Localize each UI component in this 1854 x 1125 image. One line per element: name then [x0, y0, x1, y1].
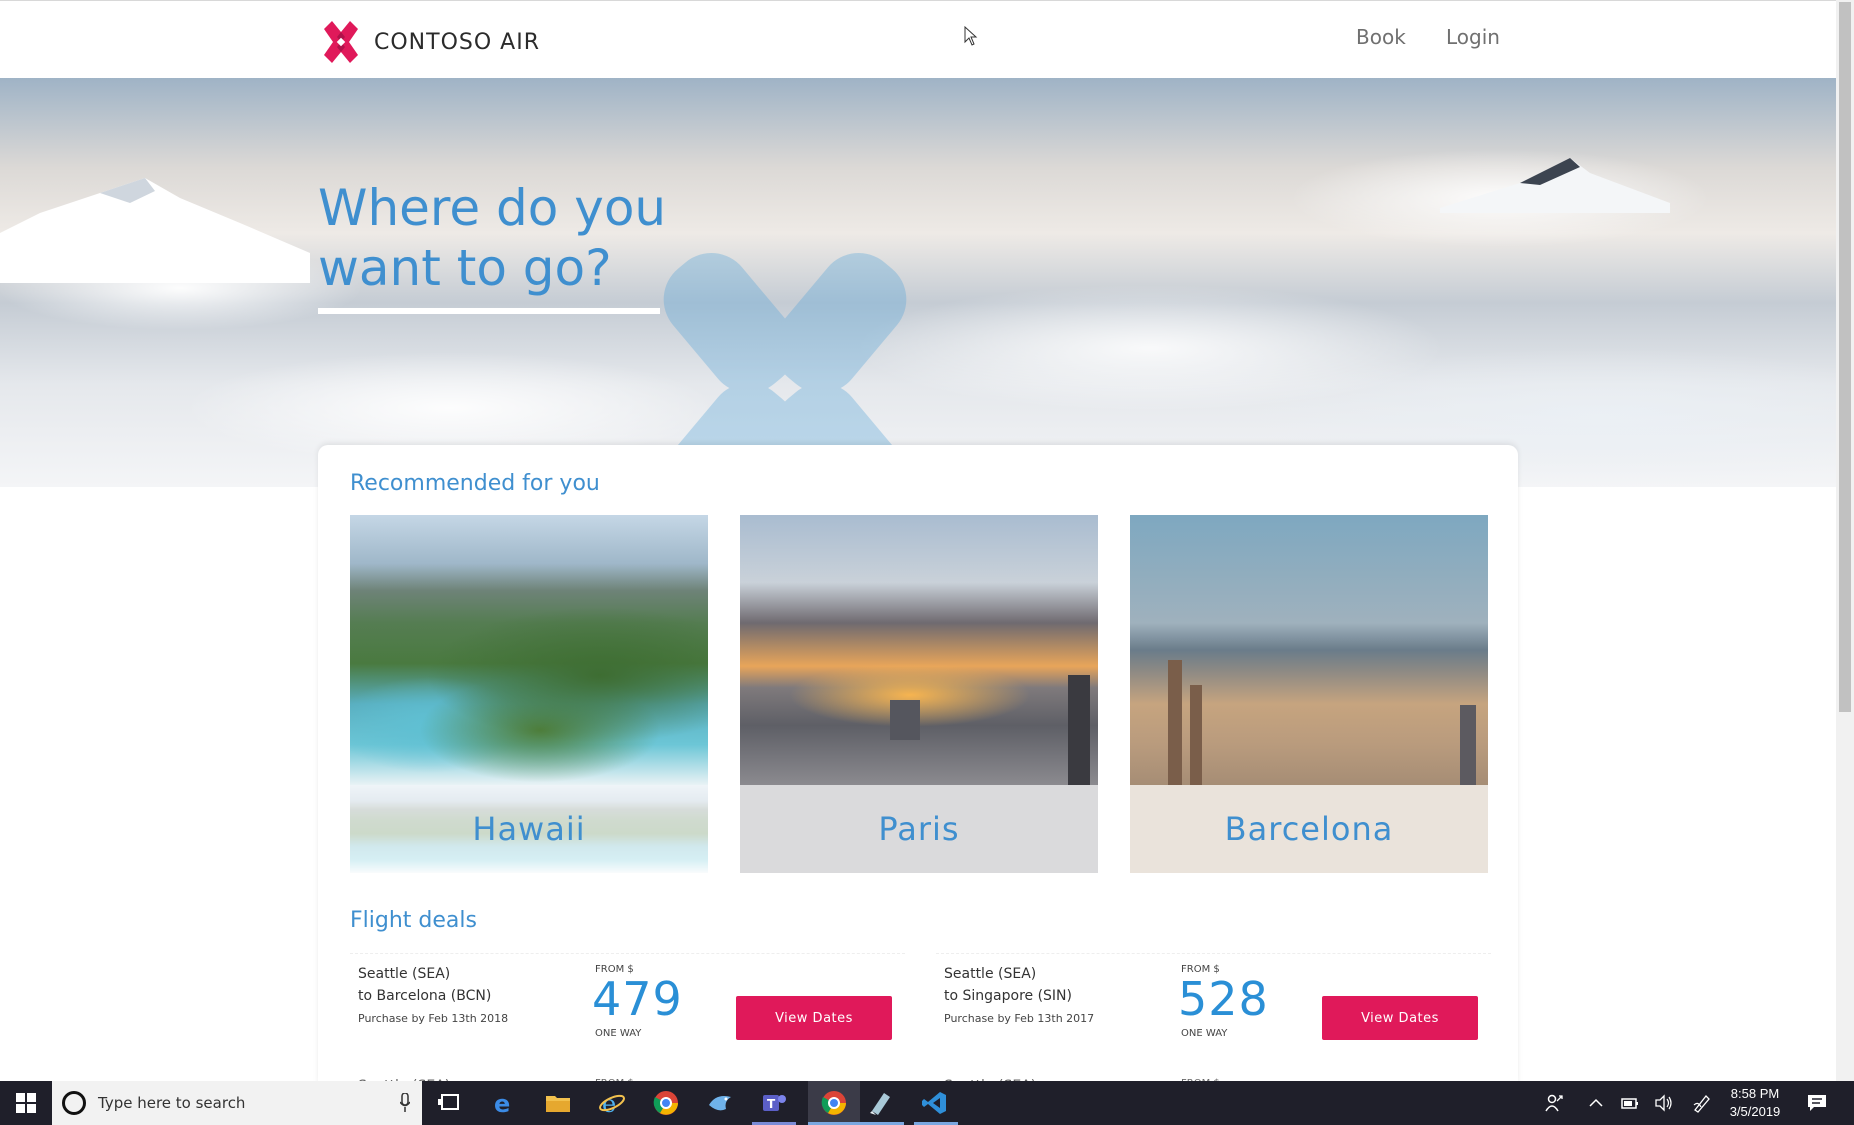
bird-app-icon[interactable] [706, 1089, 734, 1117]
edge-icon[interactable]: e [490, 1089, 518, 1117]
task-view-icon[interactable] [436, 1089, 464, 1117]
barcelona-spire [1190, 685, 1202, 785]
deal-purchase-by: Purchase by Feb 13th 2018 [358, 1012, 509, 1025]
chevron-up-icon[interactable] [1586, 1093, 1606, 1113]
deal-origin: Seattle (SEA) [358, 966, 451, 982]
deal-price: 479 [592, 972, 683, 1026]
destination-label-band: Hawaii [350, 785, 708, 873]
pen-workspace-icon[interactable] [1692, 1093, 1712, 1113]
destination-card-paris[interactable]: Paris [740, 515, 1098, 873]
deal-origin: Seattle (SEA) [944, 966, 1037, 982]
system-clock[interactable]: 8:58 PM 3/5/2019 [1720, 1085, 1790, 1121]
contoso-logo[interactable]: CONTOSO AIR [318, 19, 540, 65]
flight-deal: Seattle (SEA) to Singapore (SIN) Purchas… [936, 953, 1491, 1053]
nav-book[interactable]: Book [1356, 25, 1406, 49]
barcelona-tower [1460, 705, 1476, 785]
mouse-cursor-icon [964, 26, 978, 46]
hero-title-underline [318, 308, 660, 314]
barcelona-image [1130, 515, 1488, 785]
destination-label-band: Barcelona [1130, 785, 1488, 873]
svg-text:e: e [602, 1090, 616, 1117]
microphone-icon[interactable] [400, 1093, 410, 1113]
battery-icon[interactable] [1620, 1093, 1640, 1113]
brand-name: CONTOSO AIR [374, 29, 540, 55]
deal-trip-type: ONE WAY [1181, 1028, 1228, 1039]
view-dates-button[interactable]: View Dates [736, 996, 892, 1040]
deal-destination: to Singapore (SIN) [944, 988, 1072, 1004]
taskbar-search[interactable]: Type here to search [52, 1081, 422, 1125]
barcelona-spire [1168, 660, 1182, 785]
flight-deal: Seattle (SEA) to Barcelona (BCN) Purchas… [350, 953, 905, 1053]
vscode-icon[interactable] [920, 1089, 948, 1117]
teams-icon[interactable]: T [760, 1089, 788, 1117]
action-center-icon[interactable] [1806, 1093, 1828, 1113]
site-header: CONTOSO AIR Book Login [0, 0, 1836, 78]
search-placeholder: Type here to search [98, 1094, 246, 1112]
view-dates-button[interactable]: View Dates [1322, 996, 1478, 1040]
destination-label-band: Paris [740, 785, 1098, 873]
start-button[interactable] [0, 1081, 52, 1125]
windows-logo-icon [16, 1093, 36, 1113]
paris-image [740, 515, 1098, 785]
contoso-logo-icon [324, 21, 358, 63]
internet-explorer-icon[interactable]: e [598, 1089, 626, 1117]
nav-book-link[interactable]: Book [1356, 25, 1406, 49]
svg-text:T: T [767, 1097, 776, 1111]
chrome-icon[interactable] [652, 1089, 680, 1117]
flight-deals-title: Flight deals [350, 908, 477, 933]
snowy-mountain-left [0, 178, 310, 283]
page-scrollbar[interactable] [1836, 0, 1854, 1081]
hero-banner: Where do you want to go? [0, 78, 1836, 487]
scrollbar-thumb[interactable] [1839, 2, 1851, 712]
nav-login-link[interactable]: Login [1446, 25, 1500, 49]
destination-name: Barcelona [1224, 810, 1394, 848]
hero-title-line-1: Where do you [318, 179, 667, 237]
paris-skyline [890, 700, 920, 740]
destination-name: Paris [878, 810, 960, 848]
deal-trip-type: ONE WAY [595, 1028, 642, 1039]
hero-title-line-2: want to go? [318, 239, 612, 297]
notes-app-icon[interactable] [866, 1089, 894, 1117]
snowy-mountain-right [1440, 158, 1670, 213]
windows-taskbar: Type here to search e e T 8:58 PM 3/5/20… [0, 1081, 1854, 1125]
volume-icon[interactable] [1654, 1093, 1674, 1113]
nav-login[interactable]: Login [1446, 25, 1500, 49]
destination-name: Hawaii [472, 810, 586, 848]
hawaii-image [350, 515, 708, 785]
destination-card-barcelona[interactable]: Barcelona [1130, 515, 1488, 873]
main-content-card: Recommended for you Hawaii Paris Barcelo… [318, 445, 1518, 1090]
people-icon[interactable] [1544, 1093, 1564, 1113]
deal-price: 528 [1178, 972, 1269, 1026]
deal-purchase-by: Purchase by Feb 13th 2017 [944, 1012, 1095, 1025]
svg-text:e: e [494, 1090, 510, 1117]
hero-title: Where do you want to go? [318, 178, 666, 298]
cortana-icon [62, 1091, 86, 1115]
chrome-active-icon[interactable] [820, 1089, 848, 1117]
clock-date: 3/5/2019 [1729, 1104, 1781, 1119]
recommended-title: Recommended for you [350, 471, 600, 496]
paris-tower [1068, 675, 1090, 785]
clock-time: 8:58 PM [1730, 1086, 1780, 1101]
file-explorer-icon[interactable] [544, 1089, 572, 1117]
destination-card-hawaii[interactable]: Hawaii [350, 515, 708, 873]
deal-destination: to Barcelona (BCN) [358, 988, 492, 1004]
